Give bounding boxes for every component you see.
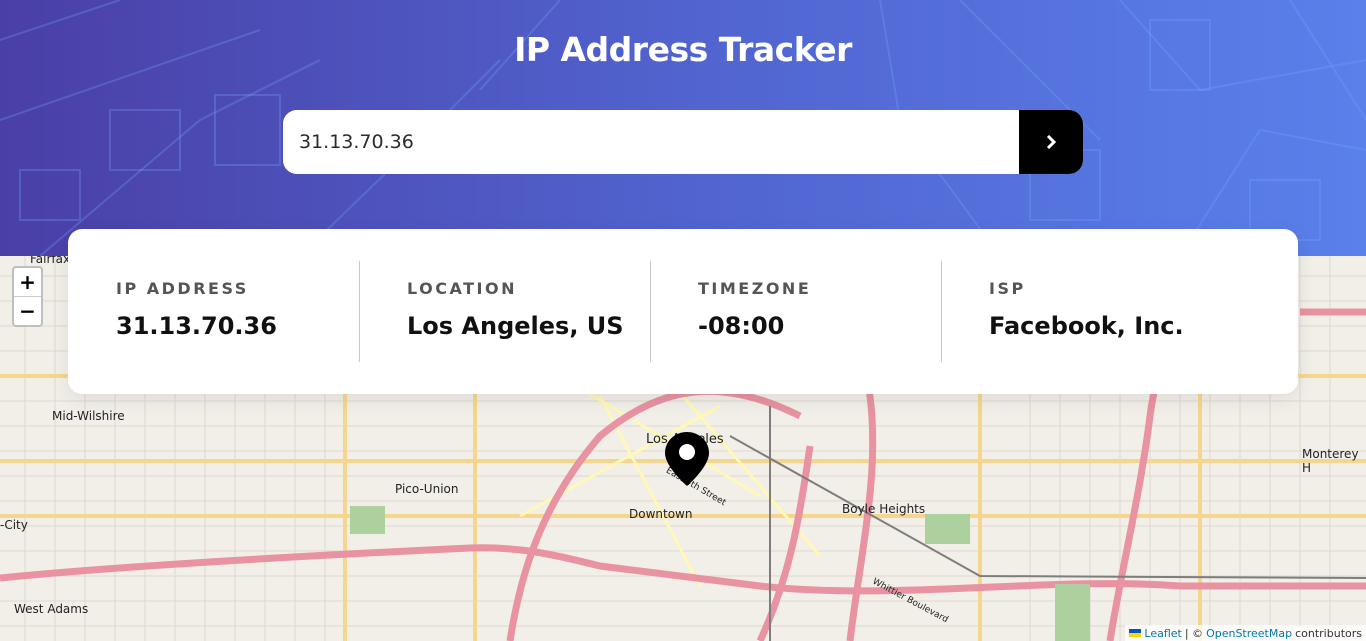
page-title: IP Address Tracker (514, 30, 852, 69)
map-label: West Adams (14, 602, 89, 616)
map-zoom-control: + − (12, 266, 43, 327)
attribution-suffix: contributors (1295, 626, 1362, 640)
map-label: Pico-Union (395, 482, 459, 496)
stat-location: LOCATION Los Angeles, US (359, 261, 650, 362)
map-label: Fairfax (30, 256, 71, 266)
stat-ip-address: IP ADDRESS 31.13.70.36 (68, 261, 359, 362)
stat-value: 31.13.70.36 (116, 312, 277, 340)
search-submit-button[interactable] (1019, 110, 1083, 174)
chevron-right-icon (1046, 135, 1057, 149)
map-attribution: Leaflet | © OpenStreetMap contributors (1125, 625, 1366, 641)
zoom-in-button[interactable]: + (14, 268, 41, 296)
leaflet-link[interactable]: Leaflet (1144, 627, 1181, 640)
map-label: Mid-Wilshire (52, 409, 125, 423)
stat-isp: ISP Facebook, Inc. (941, 261, 1232, 362)
ip-search-form (283, 110, 1083, 174)
map-label: Boyle Heights (842, 502, 926, 516)
zoom-out-button[interactable]: − (14, 296, 41, 324)
location-pin-icon[interactable] (663, 430, 711, 488)
stat-label: TIMEZONE (698, 279, 812, 298)
ip-search-input[interactable] (283, 110, 1019, 174)
stat-value: -08:00 (698, 312, 785, 340)
stat-value: Los Angeles, US (407, 312, 624, 340)
openstreetmap-link[interactable]: OpenStreetMap (1206, 627, 1292, 640)
stat-label: LOCATION (407, 279, 517, 298)
ip-info-card: IP ADDRESS 31.13.70.36 LOCATION Los Ange… (68, 229, 1298, 394)
stat-label: ISP (989, 279, 1026, 298)
attribution-separator: | © (1184, 626, 1204, 640)
map-label: Downtown (629, 507, 693, 521)
stat-label: IP ADDRESS (116, 279, 249, 298)
map-label: Monterey H (1302, 447, 1359, 475)
stat-value: Facebook, Inc. (989, 312, 1184, 340)
stat-timezone: TIMEZONE -08:00 (650, 261, 941, 362)
hero-header: IP Address Tracker (0, 0, 1366, 256)
map-label: -City (0, 518, 28, 532)
ukraine-flag-icon (1129, 629, 1142, 637)
